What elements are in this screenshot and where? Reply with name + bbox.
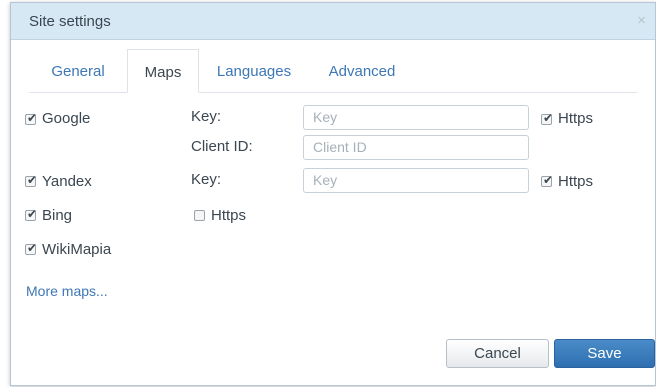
cancel-button[interactable]: Cancel [446, 339, 549, 368]
yandex-https-label: Https [558, 173, 594, 190]
tab-languages[interactable]: Languages [201, 49, 307, 92]
google-checkbox[interactable]: ✔ [25, 111, 38, 125]
tab-general[interactable]: General [29, 49, 127, 92]
yandex-key-input[interactable]: Key [303, 168, 529, 193]
bing-https-checkbox[interactable] [194, 210, 205, 221]
check-icon: ✔ [27, 241, 38, 255]
google-key-label: Key: [191, 108, 222, 125]
tab-advanced[interactable]: Advanced [312, 49, 412, 92]
bing-https-label: Https [211, 207, 247, 224]
dialog-title: Site settings [29, 13, 111, 30]
more-maps-link[interactable]: More maps... [26, 283, 108, 299]
close-icon[interactable]: × [637, 12, 646, 29]
google-client-id-label: Client ID: [191, 138, 253, 155]
site-settings-dialog: Site settings × General Maps Languages A… [10, 2, 656, 386]
check-icon: ✔ [27, 111, 38, 125]
wikimapia-label: WikiMapia [42, 241, 112, 258]
yandex-checkbox[interactable]: ✔ [25, 173, 38, 187]
check-icon: ✔ [27, 173, 38, 187]
check-icon: ✔ [543, 111, 554, 125]
wikimapia-checkbox[interactable]: ✔ [25, 241, 38, 255]
yandex-https-checkbox[interactable]: ✔ [541, 173, 554, 187]
save-button[interactable]: Save [554, 339, 655, 368]
bing-label: Bing [42, 207, 73, 224]
bing-checkbox[interactable]: ✔ [25, 207, 38, 221]
google-https-checkbox[interactable]: ✔ [541, 111, 554, 125]
yandex-key-label: Key: [191, 171, 222, 188]
google-key-input[interactable]: Key [303, 105, 529, 130]
yandex-label: Yandex [42, 173, 92, 190]
check-icon: ✔ [543, 173, 554, 187]
google-client-id-input[interactable]: Client ID [303, 135, 529, 160]
tab-bar: General Maps Languages Advanced [29, 49, 637, 93]
google-https-label: Https [558, 110, 594, 127]
check-icon: ✔ [27, 207, 38, 221]
tab-maps[interactable]: Maps [127, 49, 199, 93]
dialog-titlebar: Site settings × [11, 3, 655, 40]
google-label: Google [42, 110, 91, 127]
